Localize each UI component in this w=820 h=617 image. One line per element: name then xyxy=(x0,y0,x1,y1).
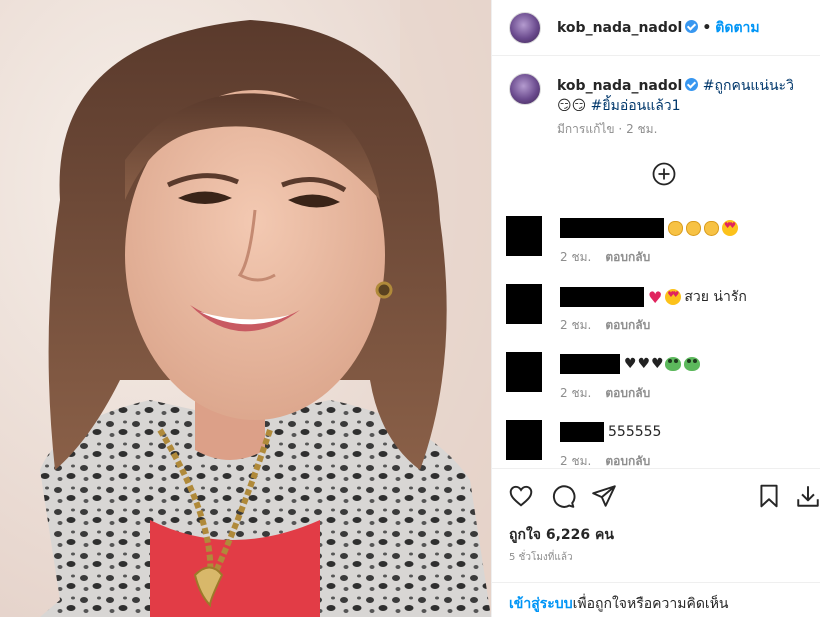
heart-icon[interactable] xyxy=(508,483,534,509)
comment-meta: 2 ชม. ตอบกลับ xyxy=(560,384,650,403)
frog-emoji-icon xyxy=(683,357,700,371)
comment-time: 2 ชม. xyxy=(560,454,592,468)
frog-emoji-icon xyxy=(664,357,681,371)
comment-meta: 2 ชม. ตอบกลับ xyxy=(560,316,650,335)
comment-avatar-redacted xyxy=(506,352,542,392)
clap-emoji-icon xyxy=(668,220,683,236)
plus-circle-icon[interactable] xyxy=(652,162,676,186)
portrait-image xyxy=(0,0,491,617)
caption-meta: มีการแก้ไข · 2 ชม. xyxy=(557,122,658,136)
black-heart-emoji-icon: ♥ xyxy=(637,356,651,372)
reply-button[interactable]: ตอบกลับ xyxy=(605,386,650,400)
bookmark-icon[interactable] xyxy=(756,483,782,509)
profile-avatar[interactable] xyxy=(509,12,541,44)
red-heart-emoji-icon: ♥ xyxy=(648,287,663,307)
caption-text: kob_nada_nadol #ถูกคนแน่นะวิ 😏😏 #ยิ้มอ่อ… xyxy=(557,76,817,116)
login-link[interactable]: เข้าสู่ระบบ xyxy=(509,596,573,612)
comment-time: 2 ชม. xyxy=(560,386,592,400)
caption-username[interactable]: kob_nada_nadol xyxy=(557,78,682,94)
header-name-row: kob_nada_nadol • ติดตาม xyxy=(557,17,760,39)
redacted-username xyxy=(560,218,664,238)
hashtag-link[interactable]: #ยิ้มอ่อนแล้ว1 xyxy=(591,98,681,114)
caption-time[interactable]: 2 ชม. xyxy=(626,122,657,136)
header-username[interactable]: kob_nada_nadol xyxy=(557,20,682,36)
comment-avatar-redacted xyxy=(506,216,542,256)
comment-avatar-redacted xyxy=(506,284,542,324)
clap-emoji-icon xyxy=(704,220,719,236)
post-header: kob_nada_nadol • ติดตาม xyxy=(492,0,820,56)
reply-button[interactable]: ตอบกลับ xyxy=(605,318,650,332)
caption-avatar[interactable] xyxy=(509,73,541,105)
verified-badge-icon xyxy=(685,20,699,33)
verified-badge-icon xyxy=(685,78,699,91)
login-prompt: เข้าสู่ระบบเพื่อถูกใจหรือความคิดเห็น xyxy=(509,593,729,615)
header-separator: • xyxy=(702,20,712,36)
hashtag-link[interactable]: #ถูกคนแน่นะวิ xyxy=(703,78,794,94)
comment-item: 2 ชม. ตอบกลับ xyxy=(492,216,820,276)
follow-button[interactable]: ติดตาม xyxy=(715,20,759,36)
share-icon[interactable] xyxy=(591,483,617,509)
comment-body: สวย น่ารัก xyxy=(684,289,747,305)
post-photo[interactable] xyxy=(0,0,491,617)
post-timestamp[interactable]: 5 ชั่วโมงที่แล้ว xyxy=(509,550,573,565)
redacted-username xyxy=(560,422,604,442)
reply-button[interactable]: ตอบกลับ xyxy=(605,250,650,264)
post-actions xyxy=(492,468,820,522)
heart-eyes-emoji-icon xyxy=(665,289,682,305)
comment-avatar-redacted xyxy=(506,420,542,460)
black-heart-emoji-icon: ♥ xyxy=(624,356,637,372)
post-side-panel: kob_nada_nadol • ติดตาม kob_nada_nadol #ถู… xyxy=(491,0,820,617)
edited-label: มีการแก้ไข xyxy=(557,122,615,136)
comment-text: ♥ ♥ ♥ xyxy=(560,354,703,374)
black-heart-emoji-icon: ♥ xyxy=(651,356,664,372)
comment-text: 555555 xyxy=(560,422,661,442)
comment-text: ♥ สวย น่ารัก xyxy=(560,286,747,308)
redacted-username xyxy=(560,354,620,374)
heart-eyes-emoji-icon xyxy=(722,220,738,236)
redacted-username xyxy=(560,287,644,307)
comment-meta: 2 ชม. ตอบกลับ xyxy=(560,248,650,267)
comment-text xyxy=(560,218,741,238)
comment-item: ♥ ♥ ♥ 2 ชม. ตอบกลับ xyxy=(492,352,820,412)
caption-emojis: 😏😏 xyxy=(557,98,587,114)
comment-icon[interactable] xyxy=(550,483,576,509)
download-icon[interactable] xyxy=(795,483,820,509)
like-count[interactable]: ถูกใจ 6,226 คน xyxy=(509,524,614,546)
comment-item: ♥ สวย น่ารัก 2 ชม. ตอบกลับ xyxy=(492,284,820,344)
comment-time: 2 ชม. xyxy=(560,250,592,264)
clap-emoji-icon xyxy=(686,220,701,236)
login-prompt-text: เพื่อถูกใจหรือความคิดเห็น xyxy=(572,596,729,612)
comment-body: 555555 xyxy=(608,424,662,440)
comment-time: 2 ชม. xyxy=(560,318,592,332)
login-footer: เข้าสู่ระบบเพื่อถูกใจหรือความคิดเห็น xyxy=(492,582,820,617)
reply-button[interactable]: ตอบกลับ xyxy=(605,454,650,468)
